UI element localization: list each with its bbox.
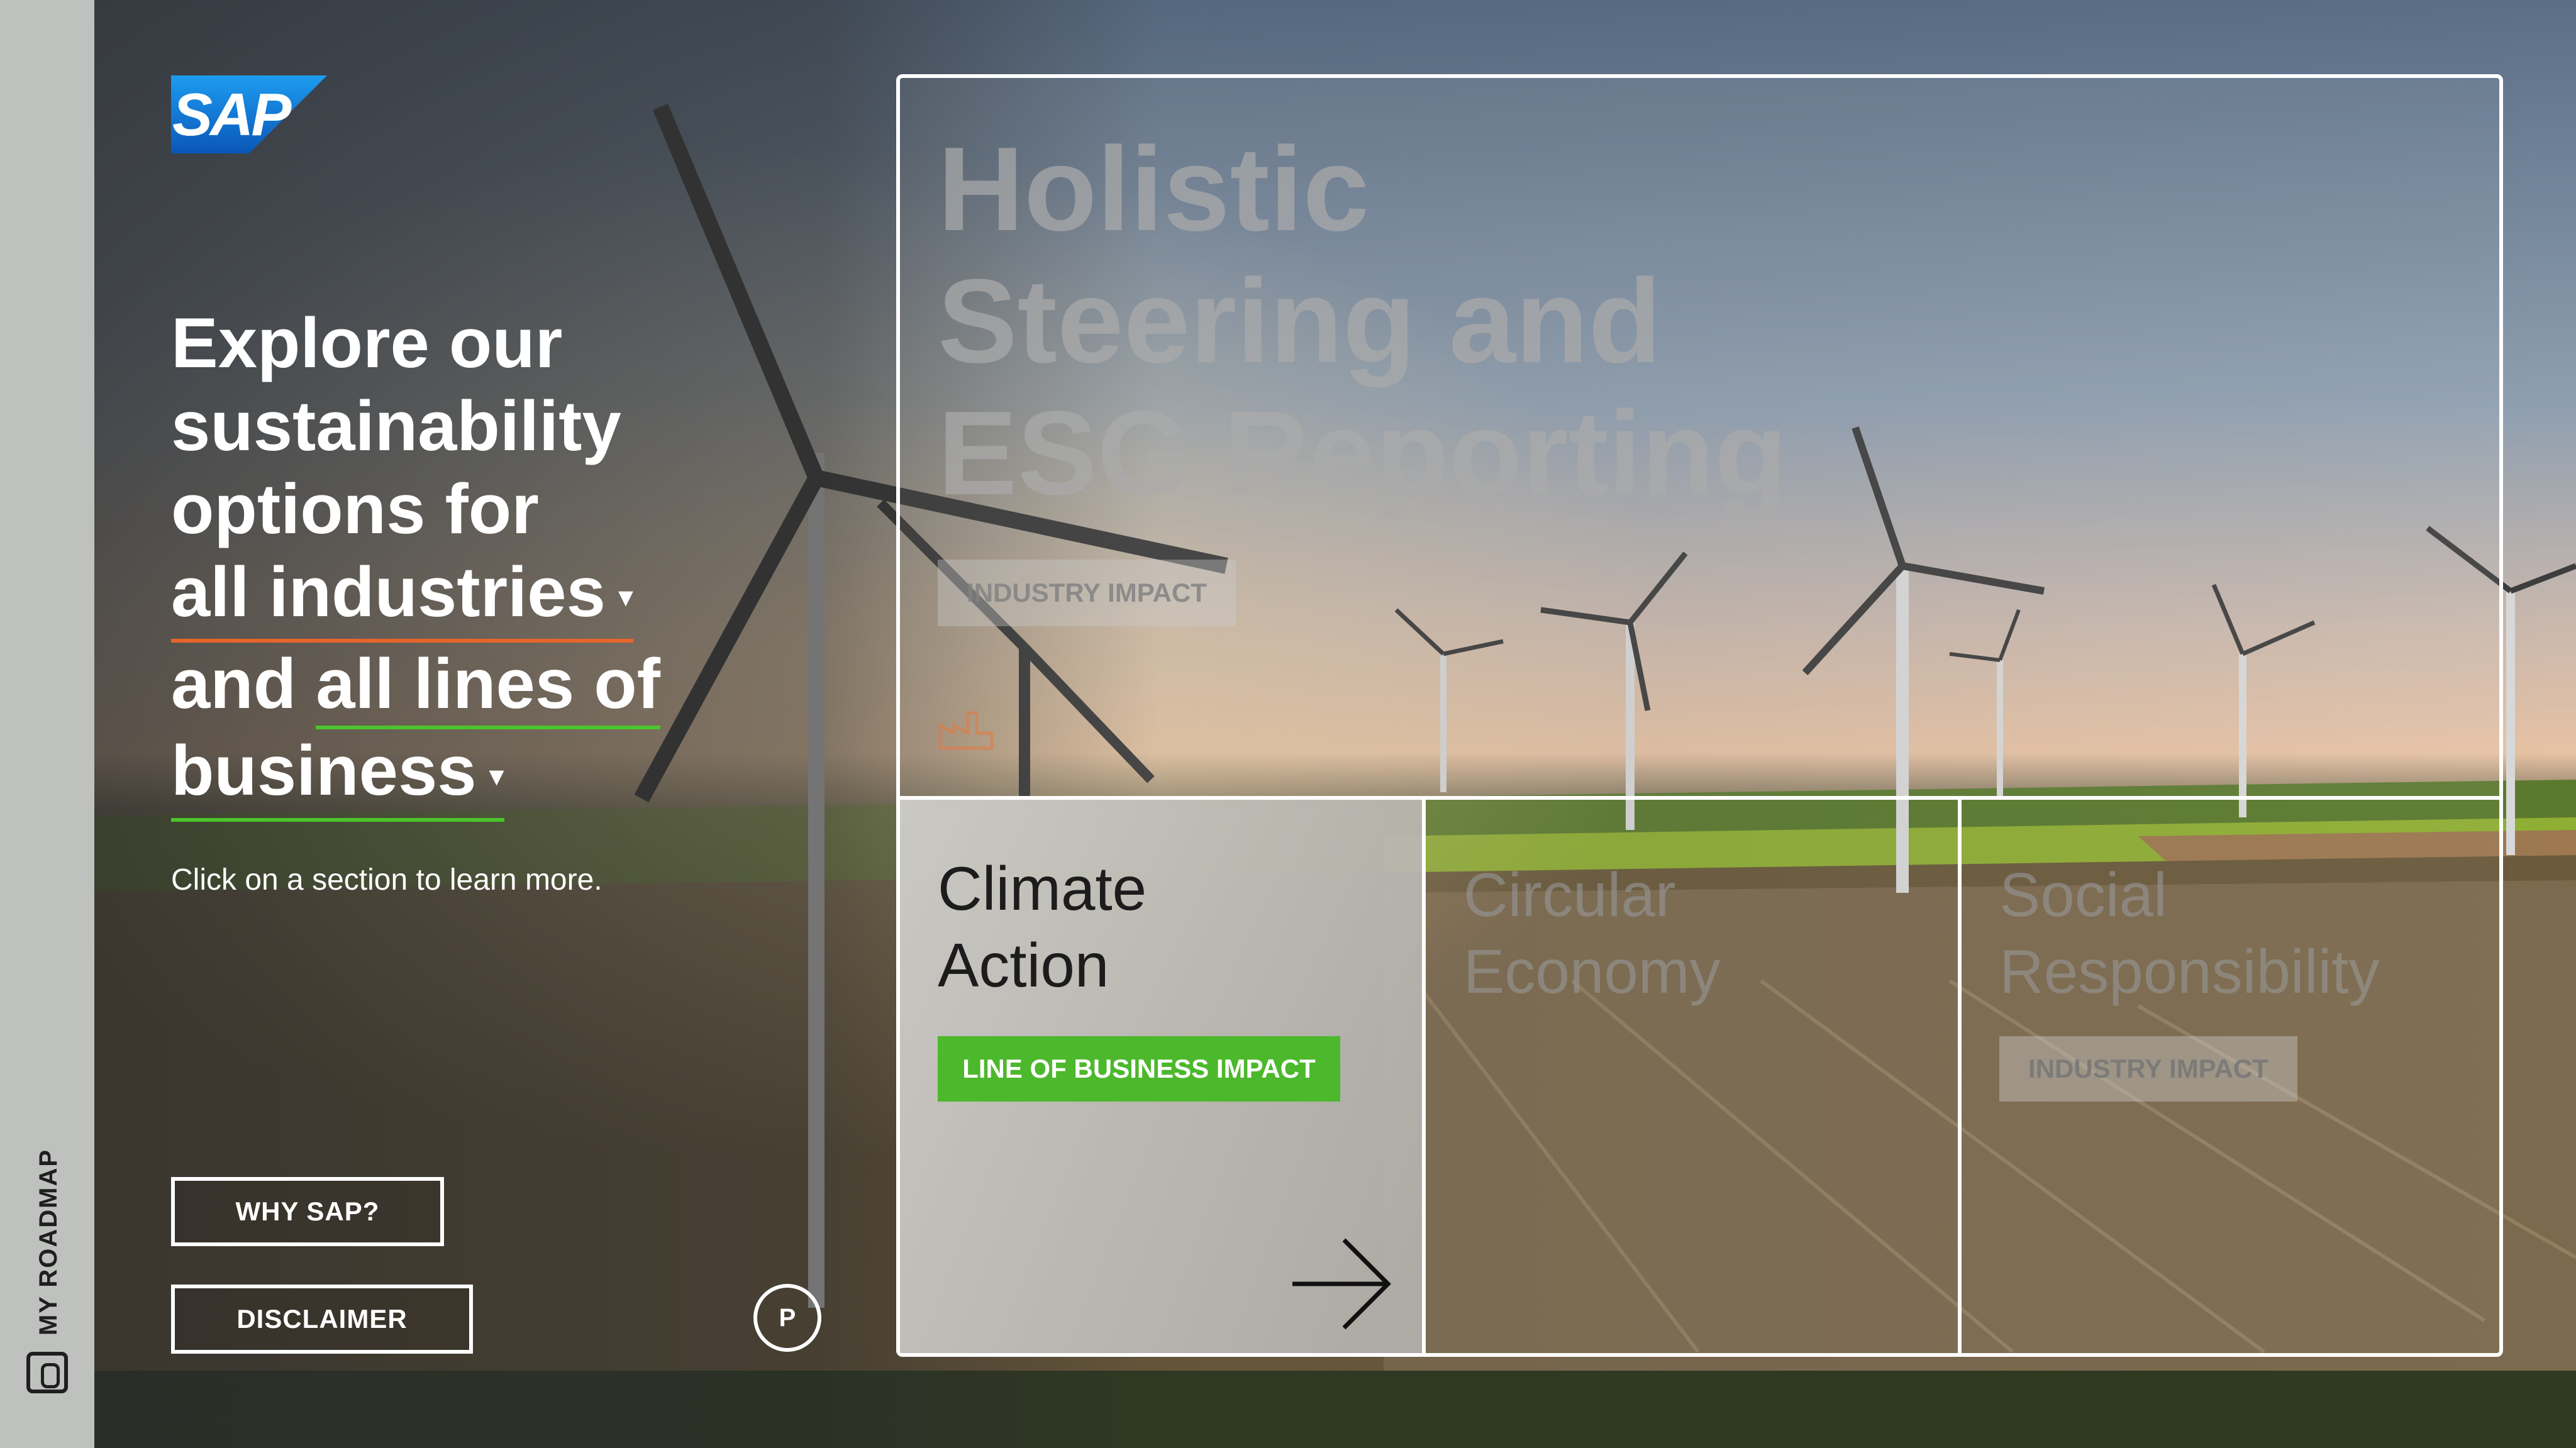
industries-dropdown-label: all industries <box>171 553 606 631</box>
p-badge-button[interactable]: P <box>753 1284 821 1352</box>
line-of-business-impact-tag: LINE OF BUSINESS IMPACT <box>938 1036 1340 1102</box>
chevron-down-icon: ▾ <box>489 759 504 793</box>
headline-line-1: Explore our <box>171 304 563 382</box>
sap-logo-text: SAP <box>172 81 291 148</box>
headline: Explore our sustainability options for a… <box>171 302 863 822</box>
phone-icon[interactable] <box>26 1352 68 1393</box>
industries-dropdown[interactable]: all industries ▾ <box>171 551 633 643</box>
business-dropdown[interactable]: business ▾ <box>171 729 504 822</box>
social-title-line-1: Social <box>1999 860 2167 929</box>
lines-of-label: all lines of <box>316 644 660 724</box>
sustainability-grid: Holistic Steering and ESG Reporting INDU… <box>896 74 2503 1357</box>
tile-circular-economy[interactable]: Circular Economy <box>1426 800 1962 1353</box>
holistic-title-line-2: Steering and <box>938 255 1662 388</box>
chevron-down-icon: ▾ <box>618 580 633 614</box>
headline-line-2: sustainability <box>171 387 621 465</box>
disclaimer-button[interactable]: DISCLAIMER <box>171 1285 473 1354</box>
business-dropdown-label: business <box>171 731 477 810</box>
tile-social-title: Social Responsibility <box>1999 856 2380 1010</box>
why-sap-button[interactable]: WHY SAP? <box>171 1177 444 1246</box>
my-roadmap-label: MY ROADMAP <box>35 1148 63 1335</box>
climate-title-line-2: Action <box>938 931 1109 1000</box>
factory-icon <box>938 711 994 750</box>
my-roadmap-toggle[interactable]: MY ROADMAP <box>30 1148 68 1335</box>
headline-and: and <box>171 644 297 724</box>
headline-line-3: options for <box>171 470 539 548</box>
arrow-right-icon[interactable] <box>1290 1234 1397 1334</box>
side-rail: MY ROADMAP <box>0 0 94 1448</box>
tile-climate-action[interactable]: Climate Action LINE OF BUSINESS IMPACT <box>900 800 1426 1353</box>
industry-impact-tag: INDUSTRY IMPACT <box>1999 1036 2297 1102</box>
holistic-title-line-3: ESG Reporting <box>938 387 1788 520</box>
circular-title-line-2: Economy <box>1463 937 1721 1006</box>
tile-circular-title: Circular Economy <box>1463 856 1721 1010</box>
industry-impact-tag: INDUSTRY IMPACT <box>938 560 1236 626</box>
tile-climate-title: Climate Action <box>938 850 1146 1003</box>
holistic-title-line-1: Holistic <box>938 123 1370 256</box>
instruction-text: Click on a section to learn more. <box>171 863 602 897</box>
social-title-line-2: Responsibility <box>1999 937 2380 1006</box>
sap-logo[interactable]: SAP <box>171 75 327 153</box>
tile-holistic-title: Holistic Steering and ESG Reporting <box>938 123 1881 519</box>
tile-social-responsibility[interactable]: Social Responsibility INDUSTRY IMPACT <box>1962 800 2499 1353</box>
circular-title-line-1: Circular <box>1463 860 1676 929</box>
lines-of-business-link[interactable]: all lines of <box>316 643 660 730</box>
tile-holistic-steering[interactable]: Holistic Steering and ESG Reporting INDU… <box>900 78 2499 800</box>
climate-title-line-1: Climate <box>938 854 1147 923</box>
